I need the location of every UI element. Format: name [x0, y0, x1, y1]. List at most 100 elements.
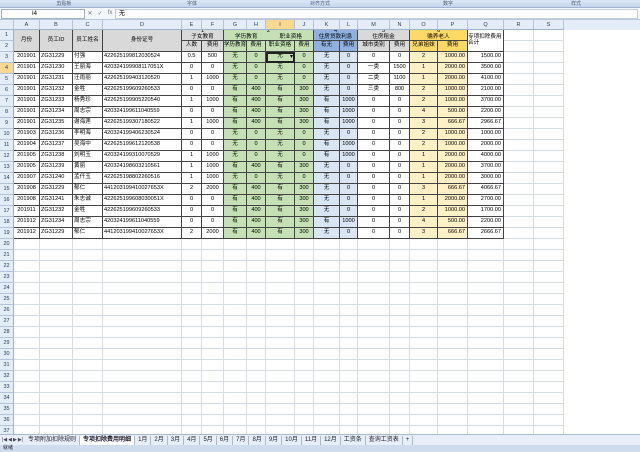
- empty-cell[interactable]: [103, 250, 182, 261]
- empty-cell[interactable]: [40, 272, 73, 283]
- empty-cell[interactable]: [504, 327, 534, 338]
- fx-icon[interactable]: fx: [108, 10, 113, 17]
- empty-cell[interactable]: [314, 294, 340, 305]
- empty-cell[interactable]: [73, 261, 103, 272]
- cell-children[interactable]: 1: [182, 173, 202, 184]
- empty-cell[interactable]: [504, 426, 534, 434]
- empty-cell[interactable]: [390, 239, 410, 250]
- empty-cell[interactable]: [534, 393, 564, 404]
- cell-qual-fee[interactable]: 0: [295, 74, 314, 85]
- empty-cell[interactable]: [14, 426, 40, 434]
- sheet-tab[interactable]: 6月: [217, 435, 234, 445]
- sheet-tab[interactable]: 12月: [321, 435, 341, 445]
- empty-cell[interactable]: [295, 305, 314, 316]
- empty-cell[interactable]: [340, 261, 358, 272]
- empty-cell[interactable]: [340, 426, 358, 434]
- cell-emp-id[interactable]: ZG31240: [40, 173, 73, 184]
- row-header-2[interactable]: 2: [0, 41, 14, 52]
- empty-cell[interactable]: [295, 371, 314, 382]
- cell-degree[interactable]: 有: [224, 85, 247, 96]
- empty-cell[interactable]: [224, 250, 247, 261]
- cell-degree[interactable]: 有: [224, 217, 247, 228]
- empty-cell[interactable]: [314, 371, 340, 382]
- cell-rent-fee[interactable]: 0: [390, 52, 410, 63]
- sheet-tab[interactable]: 10月: [282, 435, 302, 445]
- cell-total[interactable]: 4100.00: [468, 74, 504, 85]
- cell-degree-fee[interactable]: 400: [247, 195, 266, 206]
- empty-cell[interactable]: [295, 294, 314, 305]
- empty-cell[interactable]: [73, 272, 103, 283]
- empty-cell[interactable]: [504, 239, 534, 250]
- empty-cell[interactable]: [410, 349, 438, 360]
- column-header-D[interactable]: D: [103, 20, 182, 30]
- empty-cell[interactable]: [468, 349, 504, 360]
- empty-cell[interactable]: [103, 426, 182, 434]
- cell-degree[interactable]: 无: [224, 63, 247, 74]
- empty-cell[interactable]: [468, 415, 504, 426]
- subheader-g1_a[interactable]: 人数: [182, 41, 202, 52]
- cell-elderly-fee[interactable]: 1000.00: [438, 52, 468, 63]
- sheet-tab[interactable]: 查询工资表: [366, 435, 403, 445]
- cell-elderly-fee[interactable]: 1000.00: [438, 85, 468, 96]
- empty-cell[interactable]: [40, 261, 73, 272]
- cell-id-no[interactable]: 422625199609260533: [103, 85, 182, 96]
- empty-cell[interactable]: [504, 393, 534, 404]
- formula-input[interactable]: 无: [115, 8, 638, 19]
- cell-qual-fee[interactable]: 0: [295, 63, 314, 74]
- row-header-22[interactable]: 22: [0, 261, 14, 272]
- cell-child-fee[interactable]: 0: [202, 85, 224, 96]
- empty-cell[interactable]: [266, 338, 295, 349]
- cell-qual-fee[interactable]: 300: [295, 195, 314, 206]
- empty-cell[interactable]: [40, 305, 73, 316]
- empty-cell[interactable]: [73, 360, 103, 371]
- empty-cell[interactable]: [314, 261, 340, 272]
- empty-cell[interactable]: [390, 272, 410, 283]
- empty-cell[interactable]: [40, 382, 73, 393]
- empty-cell[interactable]: [534, 338, 564, 349]
- sheet-tab[interactable]: 7月: [233, 435, 250, 445]
- empty-cell[interactable]: [40, 404, 73, 415]
- empty-cell[interactable]: [182, 404, 202, 415]
- cell-loan-fee[interactable]: 0: [340, 63, 358, 74]
- cell-degree-fee[interactable]: 0: [247, 74, 266, 85]
- cell-loan[interactable]: 无: [314, 74, 340, 85]
- empty-cell[interactable]: [73, 239, 103, 250]
- cell-loan-fee[interactable]: 0: [340, 228, 358, 239]
- cell-loan-fee[interactable]: 0: [340, 52, 358, 63]
- cell-loan[interactable]: 有: [314, 96, 340, 107]
- empty-cell[interactable]: [390, 349, 410, 360]
- empty-cell[interactable]: [224, 283, 247, 294]
- cell-emp-name[interactable]: 周志宗: [73, 217, 103, 228]
- empty-cell[interactable]: [103, 239, 182, 250]
- cell-children[interactable]: 0: [182, 217, 202, 228]
- empty-cell[interactable]: [390, 283, 410, 294]
- empty-cell[interactable]: [534, 250, 564, 261]
- empty-cell[interactable]: [438, 404, 468, 415]
- empty-cell[interactable]: [247, 404, 266, 415]
- empty-cell[interactable]: [504, 349, 534, 360]
- cell-qual-fee[interactable]: 300: [295, 206, 314, 217]
- empty-cell[interactable]: [202, 316, 224, 327]
- empty-cell[interactable]: [202, 283, 224, 294]
- cell-qualification[interactable]: 有: [266, 118, 295, 129]
- cell-emp-id[interactable]: ZG31236: [40, 129, 73, 140]
- cell-child-fee[interactable]: 0: [202, 107, 224, 118]
- empty-cell[interactable]: [182, 239, 202, 250]
- empty-cell[interactable]: [224, 261, 247, 272]
- cell-rent-fee[interactable]: 0: [390, 206, 410, 217]
- cell-degree[interactable]: 有: [224, 107, 247, 118]
- cell-total[interactable]: 3700.00: [468, 162, 504, 173]
- cell-rent-fee[interactable]: 0: [390, 107, 410, 118]
- cell-total[interactable]: 2200.00: [468, 217, 504, 228]
- empty-cell[interactable]: [40, 250, 73, 261]
- row-header-16[interactable]: 16: [0, 195, 14, 206]
- empty-cell[interactable]: [340, 283, 358, 294]
- cell-loan[interactable]: 有: [314, 107, 340, 118]
- empty-cell[interactable]: [438, 426, 468, 434]
- cell-degree[interactable]: 有: [224, 228, 247, 239]
- empty-cell[interactable]: [40, 316, 73, 327]
- cell-qualification[interactable]: 有: [266, 184, 295, 195]
- cell-emp-id[interactable]: ZG31235: [40, 118, 73, 129]
- empty-cell[interactable]: [314, 393, 340, 404]
- empty-cell[interactable]: [266, 272, 295, 283]
